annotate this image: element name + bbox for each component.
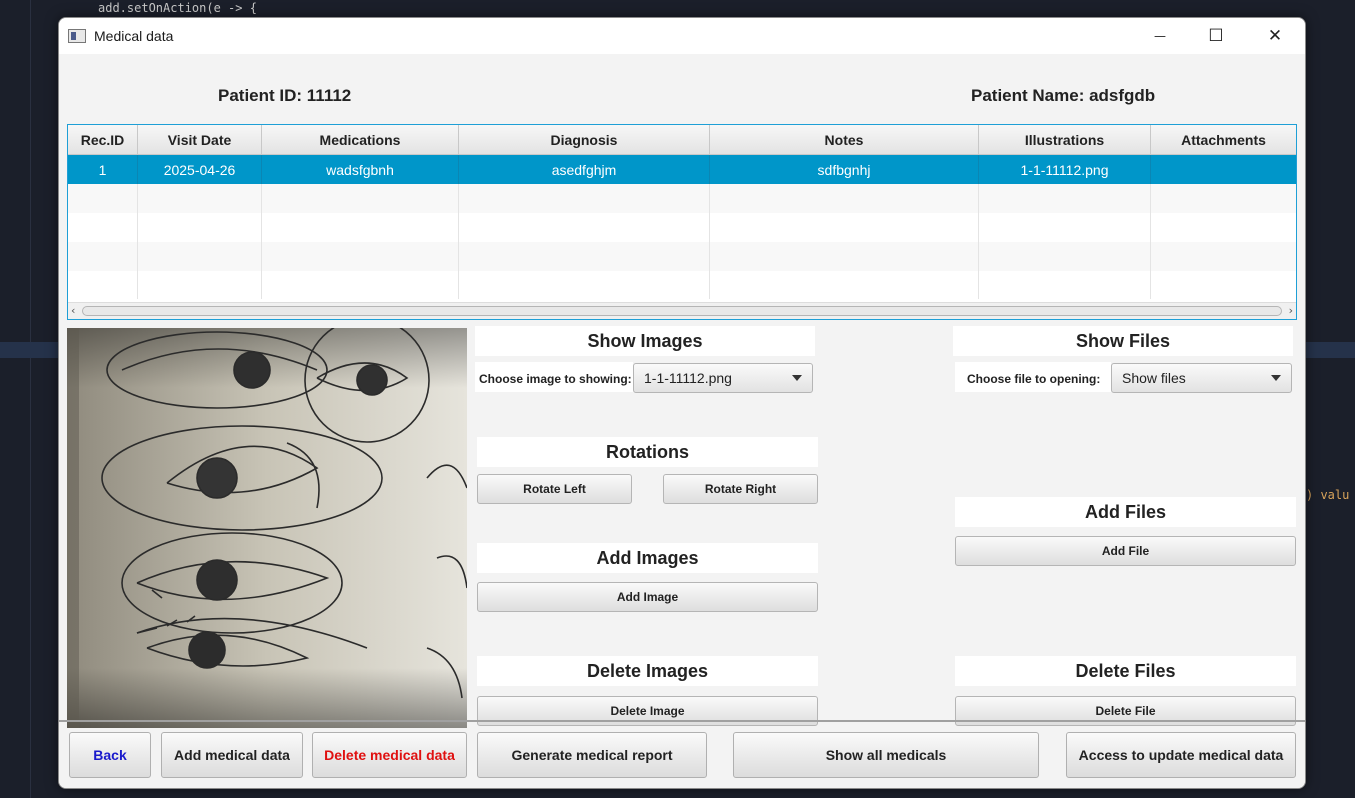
show-files-header: Show Files [953,326,1293,356]
scroll-right-icon[interactable]: › [1289,304,1293,317]
empty-row [68,242,1296,271]
minimize-button[interactable]: — [1137,18,1183,54]
close-icon: ✕ [1267,26,1283,46]
col-diagnosis[interactable]: Diagnosis [459,125,710,154]
col-medications[interactable]: Medications [262,125,459,154]
rotate-right-button[interactable]: Rotate Right [663,474,818,504]
delete-files-header: Delete Files [955,656,1296,686]
window-title: Medical data [94,28,174,44]
back-button[interactable]: Back [69,732,151,778]
choose-file-label: Choose file to opening: [967,372,1101,386]
add-medical-data-button[interactable]: Add medical data [161,732,303,778]
cell-diagnosis: asedfghjm [459,155,710,184]
delete-medical-data-button[interactable]: Delete medical data [312,732,467,778]
add-file-button[interactable]: Add File [955,536,1296,566]
horizontal-scrollbar[interactable]: ‹ › [68,302,1296,319]
file-select[interactable]: Show files [1111,363,1292,393]
delete-images-header: Delete Images [477,656,818,686]
cell-visit-date: 2025-04-26 [138,155,262,184]
ide-code-top: add.setOnAction(e -> { [98,1,257,15]
cell-rec-id: 1 [68,155,138,184]
cell-illustrations: 1-1-11112.png [979,155,1151,184]
empty-row [68,271,1296,299]
generate-medical-report-button[interactable]: Generate medical report [477,732,707,778]
chevron-down-icon [1271,375,1281,381]
minimize-icon: — [1154,29,1166,43]
table-row[interactable]: 1 2025-04-26 wadsfgbnh asedfghjm sdfbgnh… [68,155,1296,184]
add-files-header: Add Files [955,497,1296,527]
col-visit-date[interactable]: Visit Date [138,125,262,154]
col-attachments[interactable]: Attachments [1151,125,1296,154]
patient-id-label: Patient ID: 11112 [218,86,352,105]
ide-code-right: ) valu [1306,488,1350,502]
illustration-image [67,328,467,728]
image-select[interactable]: 1-1-11112.png [633,363,813,393]
add-image-button[interactable]: Add Image [477,582,818,612]
bottom-separator [59,720,1305,722]
show-images-header: Show Images [475,326,815,356]
empty-row [68,213,1296,242]
ide-gutter-line [30,0,31,798]
maximize-button[interactable]: ☐ [1193,18,1239,54]
scroll-left-icon[interactable]: ‹ [71,304,75,317]
title-bar[interactable]: Medical data — ☐ ✕ [59,18,1305,54]
app-icon [68,29,86,43]
col-illustrations[interactable]: Illustrations [979,125,1151,154]
access-update-medical-data-button[interactable]: Access to update medical data [1066,732,1296,778]
content-area: Patient ID: 11112 Patient Name: adsfgdb … [59,54,1305,788]
empty-row [68,184,1296,213]
cell-attachments [1151,155,1296,184]
file-select-value: Show files [1122,370,1186,386]
medical-records-table[interactable]: Rec.ID Visit Date Medications Diagnosis … [67,124,1297,320]
medical-data-window: Medical data — ☐ ✕ Patient ID: 11112 Pat… [58,17,1306,789]
eye-sketch-illustration [67,328,467,728]
cell-notes: sdfbgnhj [710,155,979,184]
chevron-down-icon [792,375,802,381]
cell-medications: wadsfgbnh [262,155,459,184]
rotations-header: Rotations [477,437,818,467]
add-images-header: Add Images [477,543,818,573]
image-select-value: 1-1-11112.png [644,370,732,386]
show-all-medicals-button[interactable]: Show all medicals [733,732,1039,778]
patient-name-label: Patient Name: adsfgdb [971,86,1156,105]
close-button[interactable]: ✕ [1252,18,1298,54]
col-rec-id[interactable]: Rec.ID [68,125,138,154]
choose-image-label: Choose image to showing: [479,372,632,386]
col-notes[interactable]: Notes [710,125,979,154]
scrollbar-thumb[interactable] [82,306,1282,316]
rotate-left-button[interactable]: Rotate Left [477,474,632,504]
table-header: Rec.ID Visit Date Medications Diagnosis … [68,125,1296,155]
maximize-icon: ☐ [1208,26,1224,46]
